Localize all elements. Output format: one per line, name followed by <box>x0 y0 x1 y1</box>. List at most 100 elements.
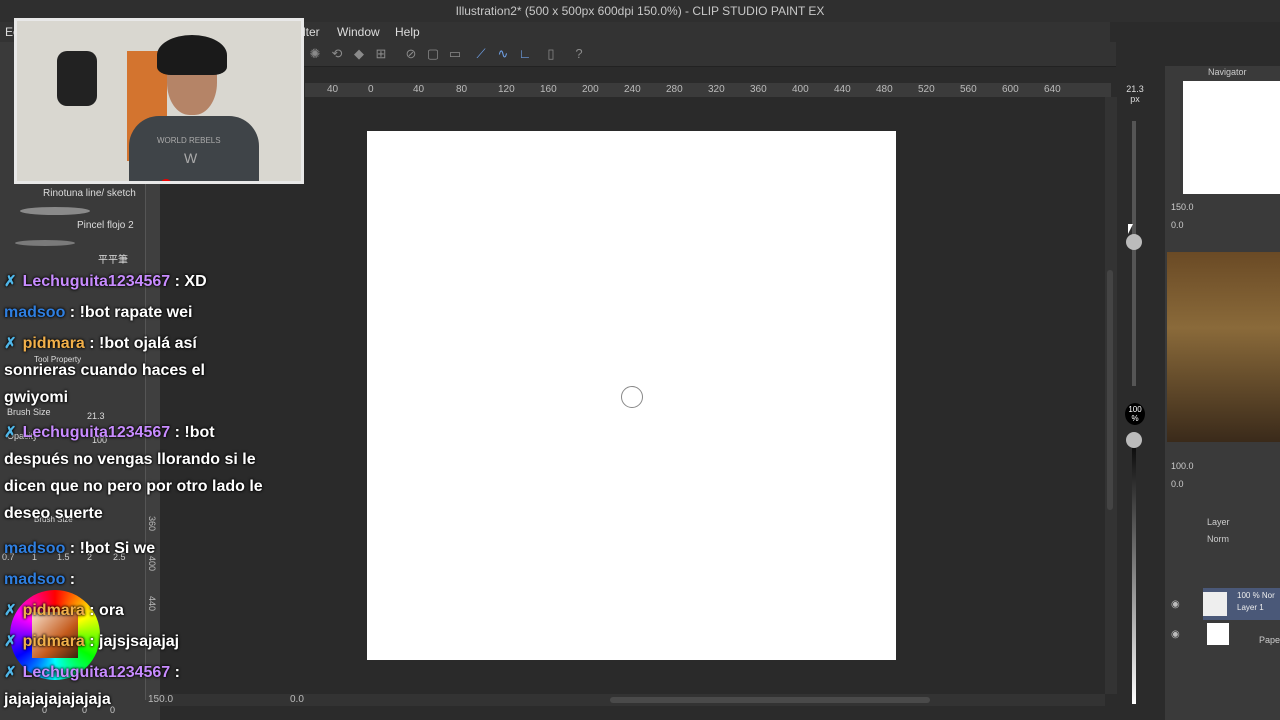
horizontal-scrollbar[interactable] <box>610 697 930 703</box>
chat-message: ✗ Lechuguita1234567 : <box>4 659 180 686</box>
opacity-unit: % <box>1131 414 1139 423</box>
brush-item-2[interactable]: Pincel flojo 2 <box>77 220 134 231</box>
rotate-icon[interactable]: ⟲ <box>330 47 344 61</box>
ruler-corner-icon[interactable]: ∟ <box>518 47 532 61</box>
person-hair <box>157 35 227 75</box>
device-icon[interactable]: ▯ <box>544 47 558 61</box>
chat-username: pidmara <box>22 602 85 619</box>
layer1-name: Layer 1 <box>1237 603 1264 612</box>
chat-overlay: ✗ Lechuguita1234567 : XD madsoo : !bot rap… <box>0 268 300 708</box>
transform-icon[interactable]: ⊞ <box>374 47 388 61</box>
chat-text-continued: gwiyomi <box>4 389 69 406</box>
help-icon[interactable]: ? <box>572 47 586 61</box>
chat-username: madsoo <box>4 304 66 321</box>
vertical-scroll-thumb[interactable] <box>1107 270 1113 510</box>
eye-icon[interactable]: ◉ <box>1171 599 1180 610</box>
blend-mode-select[interactable]: Norm <box>1207 534 1229 544</box>
chat-text-continued: deseo suerte <box>4 505 103 522</box>
canvas-status-bar: 150.0 0.0 <box>148 694 1105 706</box>
shirt-text: WORLD REBELS <box>157 136 221 145</box>
chat-username: madsoo <box>4 540 66 557</box>
recording-dot <box>160 179 172 181</box>
spinner-icon[interactable]: ✺ <box>308 47 322 61</box>
chat-username: Lechuguita1234567 <box>22 273 171 290</box>
ruler-mark: 520 <box>918 84 935 95</box>
clear-icon[interactable]: ⊘ <box>404 47 418 61</box>
chat-text: : jajsjsajajaj <box>84 633 180 650</box>
menu-help[interactable]: Help <box>395 25 420 39</box>
horizontal-ruler: 40 0 40 80 120 160 200 240 280 320 360 400 440 480 520… <box>305 83 1111 98</box>
layer1-info: 100 % Nor <box>1237 591 1275 600</box>
chat-text-continued: jajajajajajajaja <box>4 691 111 708</box>
ruler-mark: 80 <box>456 84 468 95</box>
eye-icon[interactable]: ◉ <box>1171 629 1180 640</box>
layer-thumbnail <box>1203 592 1227 616</box>
chat-text: : ora <box>84 602 124 619</box>
moderator-badge-icon: ✗ <box>4 633 17 650</box>
brush-size-slider-panel: 21.3 px 100 % <box>1117 66 1157 720</box>
opacity-slider-track[interactable] <box>1132 434 1136 704</box>
chat-text-continued: sonrieras cuando haces el <box>4 362 205 379</box>
size-unit: px <box>1130 94 1140 104</box>
chat-username: pidmara <box>22 633 85 650</box>
layer-panel-title: Layer <box>1207 517 1230 527</box>
navigator-angle[interactable]: 0.0 <box>1171 220 1184 230</box>
shirt-logo: W <box>184 150 198 166</box>
chat-message: madsoo : <box>4 566 75 593</box>
navigator-zoom[interactable]: 150.0 <box>1171 202 1194 212</box>
size-slider-handle[interactable] <box>1126 234 1142 250</box>
chat-text: : !bot ojalá así <box>84 335 197 352</box>
chat-message: ✗ Lechuguita1234567 : !bot <box>4 419 215 446</box>
chat-text: : !bot Si we <box>65 540 156 557</box>
brush-item-3[interactable]: 平平筆 <box>98 251 128 266</box>
bag-image <box>57 51 97 106</box>
ruler-curve-icon[interactable]: ∿ <box>496 47 510 61</box>
navigator-title: Navigator <box>1208 67 1247 77</box>
mouse-pointer-icon <box>1128 224 1133 234</box>
subview-zoom[interactable]: 100.0 <box>1171 461 1194 471</box>
ruler-mark: 280 <box>666 84 683 95</box>
opacity-badge: 100 % <box>1125 403 1145 425</box>
fill-selection-icon[interactable]: ▢ <box>426 47 440 61</box>
chat-username: madsoo <box>4 571 66 588</box>
ruler-mark: 560 <box>960 84 977 95</box>
chat-text: : <box>170 664 180 681</box>
navigator-preview[interactable] <box>1183 81 1280 194</box>
ruler-mark: 400 <box>792 84 809 95</box>
menu-window[interactable]: Window <box>337 25 380 39</box>
chat-message: madsoo : !bot Si we <box>4 535 155 562</box>
paper-thumbnail <box>1207 623 1229 645</box>
ruler-mark: 640 <box>1044 84 1061 95</box>
chat-message: ✗ pidmara : !bot ojalá así <box>4 330 197 357</box>
opacity-slider-handle[interactable] <box>1126 432 1142 448</box>
crop-icon[interactable]: ▭ <box>448 47 462 61</box>
menu-filter[interactable]: lter <box>303 25 320 39</box>
chat-text: : XD <box>170 273 207 290</box>
sub-view-image[interactable] <box>1167 252 1280 442</box>
ruler-straight-icon[interactable]: ⟋ <box>474 47 488 61</box>
fill-icon[interactable]: ◆ <box>352 47 366 61</box>
brush-item-1[interactable]: Rinotuna line/ sketch <box>43 188 136 199</box>
ruler-mark: 240 <box>624 84 641 95</box>
moderator-badge-icon: ✗ <box>4 335 17 352</box>
ruler-mark: 200 <box>582 84 599 95</box>
ruler-mark: 120 <box>498 84 515 95</box>
chat-message: madsoo : !bot rapate wei <box>4 299 192 326</box>
chat-username: Lechuguita1234567 <box>22 424 171 441</box>
chat-username: Lechuguita1234567 <box>22 664 171 681</box>
paper-layer-name: Pape <box>1259 635 1280 645</box>
moderator-badge-icon: ✗ <box>4 273 17 290</box>
ruler-mark: 600 <box>1002 84 1019 95</box>
size-slider-track[interactable] <box>1132 121 1136 386</box>
subview-angle[interactable]: 0.0 <box>1171 479 1184 489</box>
brush-cursor <box>621 386 643 408</box>
brush-stroke-preview <box>15 240 75 246</box>
webcam-overlay: WORLD REBELS W <box>14 18 304 184</box>
person-torso: WORLD REBELS W <box>129 116 259 181</box>
chat-text-continued: después no vengas llorando si le <box>4 451 256 468</box>
chat-text: : !bot <box>170 424 215 441</box>
moderator-badge-icon: ✗ <box>4 664 17 681</box>
layer-row-selected[interactable]: 100 % Nor Layer 1 <box>1203 588 1280 620</box>
chat-text: : <box>65 571 76 588</box>
ruler-mark: 40 <box>413 84 425 95</box>
